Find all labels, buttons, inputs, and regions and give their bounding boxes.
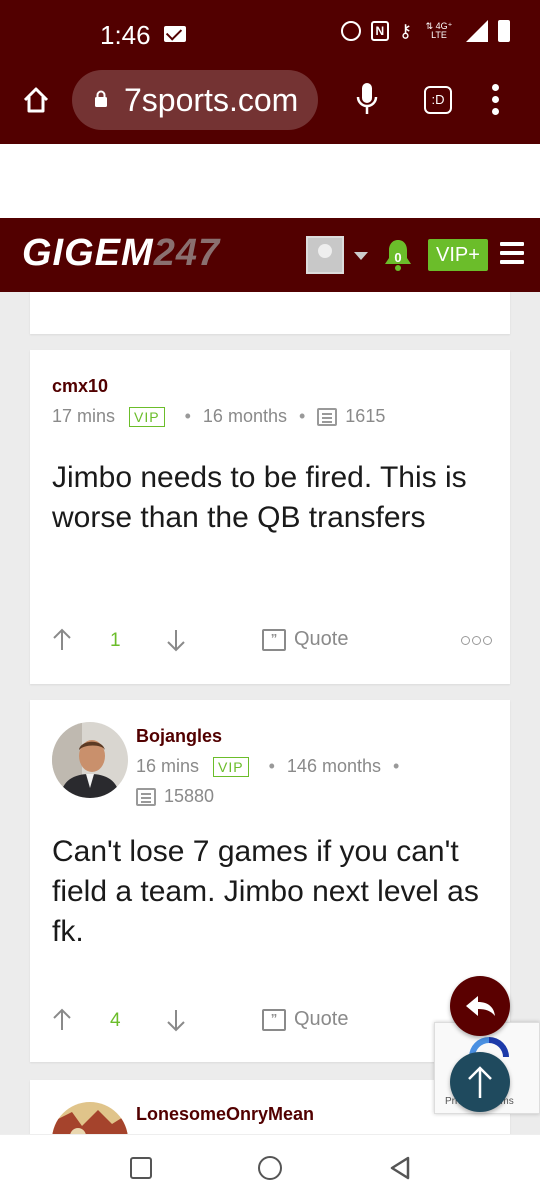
chevron-down-icon[interactable]: [354, 252, 368, 260]
browser-menu-icon[interactable]: [492, 84, 500, 116]
quote-icon: ”: [262, 628, 286, 651]
post-body: Jimbo needs to be fired. This is worse t…: [52, 461, 467, 534]
upvote-arrow-icon[interactable]: [52, 1008, 72, 1032]
nfc-icon: N: [370, 21, 389, 41]
reply-icon: [466, 996, 495, 1016]
mail-icon: [164, 26, 186, 42]
home-button-icon[interactable]: [258, 1156, 282, 1180]
home-icon[interactable]: [22, 86, 50, 114]
member-duration: 146 months: [286, 756, 381, 776]
post-card-previous: [30, 292, 510, 334]
post-username[interactable]: Bojangles: [136, 726, 222, 747]
post-card: Bojangles 16 mins VIP • 146 months • 158…: [30, 700, 510, 1062]
status-bar: 1:46 N ⚷ ⇅ 4G⁺ LTE: [0, 0, 540, 68]
network-icon: ⇅ 4G⁺ LTE: [425, 21, 453, 40]
post-actions: 1 ” Quote: [52, 626, 492, 656]
post-count: 15880: [164, 786, 215, 806]
user-avatar[interactable]: [52, 1102, 128, 1134]
battery-icon: [498, 20, 510, 42]
post-username[interactable]: cmx10: [52, 376, 108, 397]
post-username[interactable]: LonesomeOnryMean: [136, 1104, 314, 1125]
scroll-to-top-button[interactable]: [450, 1052, 510, 1112]
upvote-arrow-icon[interactable]: [52, 628, 72, 652]
ad-space: [0, 144, 540, 218]
posts-icon: [317, 407, 338, 426]
back-icon[interactable]: [388, 1155, 412, 1181]
vip-badge: VIP: [213, 756, 249, 777]
alarm-icon: [340, 21, 361, 41]
quote-icon: ”: [262, 1008, 286, 1031]
posts-icon: [136, 787, 156, 806]
downvote-arrow-icon[interactable]: [166, 628, 186, 652]
post-time: 17 mins: [52, 406, 116, 426]
post-body: Can't lose 7 games if you can't field a …: [52, 835, 479, 948]
system-nav-bar: [0, 1134, 540, 1200]
status-time: 1:46: [100, 20, 151, 50]
user-avatar[interactable]: [52, 722, 128, 798]
more-options-icon[interactable]: [461, 636, 492, 645]
post-count: 1615: [345, 406, 386, 426]
site-header: GIGEM247 0 VIP+: [0, 218, 540, 292]
arrow-up-icon: [468, 1066, 492, 1098]
vote-count: 4: [110, 1010, 121, 1031]
member-duration: 16 months: [202, 406, 287, 426]
vip-plus-button[interactable]: VIP+: [428, 239, 488, 271]
url-text: 7sports.com: [124, 82, 299, 118]
recent-apps-icon[interactable]: [130, 1157, 152, 1179]
post-actions: 4 ” Quote: [52, 1006, 492, 1036]
user-avatar[interactable]: [306, 236, 344, 274]
post-time: 16 mins: [136, 756, 200, 776]
vip-badge: VIP: [129, 406, 165, 427]
quote-button[interactable]: ” Quote: [262, 1008, 348, 1031]
post-card: cmx10 17 mins VIP • 16 months • 1615 Jim…: [30, 350, 510, 684]
vote-count: 1: [110, 630, 121, 651]
post-meta-count: 15880: [136, 786, 214, 807]
status-icons: N ⚷ ⇅ 4G⁺ LTE: [340, 20, 510, 42]
downvote-arrow-icon[interactable]: [166, 1008, 186, 1032]
post-meta: 17 mins VIP • 16 months • 1615: [52, 406, 386, 427]
url-bar[interactable]: 7sports.com: [72, 70, 318, 130]
browser-toolbar: 7sports.com :D: [0, 68, 540, 144]
notification-count: 0: [394, 250, 402, 265]
hamburger-menu-icon[interactable]: [500, 242, 524, 266]
reply-button[interactable]: [450, 976, 510, 1036]
site-logo[interactable]: GIGEM247: [22, 232, 220, 275]
dex-mode-icon[interactable]: :D: [424, 86, 452, 114]
key-icon: ⚷: [398, 20, 412, 41]
quote-button[interactable]: ” Quote: [262, 628, 348, 651]
post-meta: 16 mins VIP • 146 months •: [136, 756, 400, 777]
lock-icon: [95, 90, 107, 107]
signal-icon: [466, 20, 488, 42]
mic-icon[interactable]: [356, 82, 378, 116]
notifications-bell[interactable]: 0: [382, 238, 414, 272]
